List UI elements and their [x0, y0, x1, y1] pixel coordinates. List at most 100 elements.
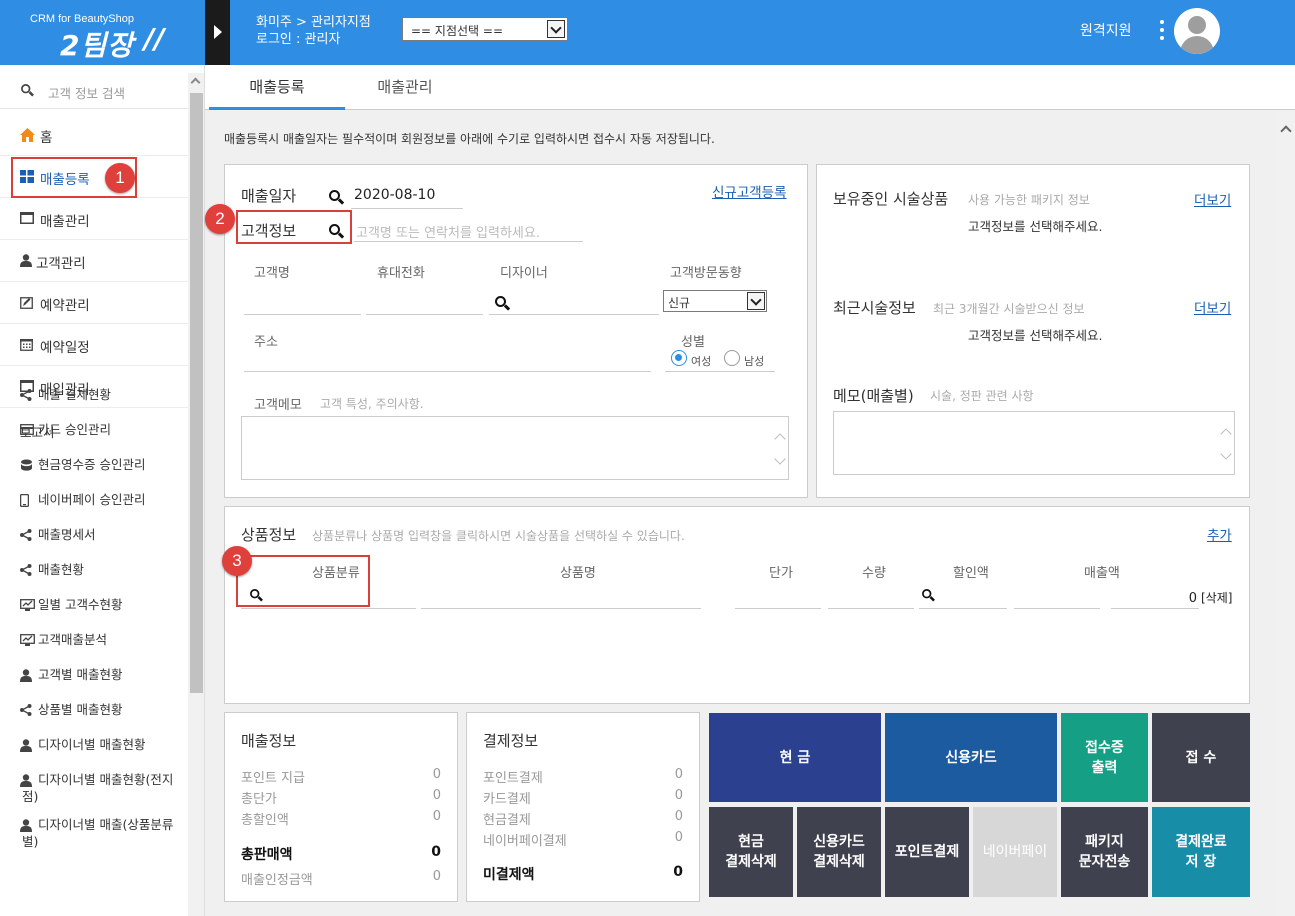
payment-row-value: 0 — [674, 767, 683, 782]
payment-row-label: 현금결제 — [483, 813, 531, 828]
customer-search[interactable]: 고객 정보 검색 — [0, 73, 188, 109]
sidebar-report-label: 디자이너별 매출현황(전지점) — [22, 772, 174, 804]
tab-sales-manage[interactable]: 매출관리 — [345, 65, 465, 110]
unit-price-input[interactable] — [735, 608, 821, 609]
search-icon[interactable] — [495, 296, 511, 311]
col-quantity: 수량 — [862, 566, 886, 581]
sidebar-report-label: 매출 결제현황 — [38, 387, 111, 402]
product-hint: 상품분류나 상품명 입력창을 클릭하시면 시술상품을 선택하실 수 있습니다. — [312, 529, 685, 543]
calendar-edit-icon — [20, 296, 34, 309]
address-input[interactable] — [244, 371, 651, 372]
point-payment-button[interactable]: 포인트결제 — [885, 807, 969, 897]
card-button[interactable]: 신용카드 — [885, 713, 1057, 802]
print-receipt-button[interactable]: 접수증 출력 — [1061, 713, 1148, 802]
app-logo[interactable]: CRM for BeautyShop 2팀장 // — [0, 0, 205, 65]
sidebar-item-customers[interactable]: 고객관리 — [0, 240, 188, 282]
main-scrollbar[interactable] — [1277, 111, 1295, 916]
sidebar-item-reservations[interactable]: 예약관리 — [0, 282, 188, 324]
sales-row-label: 총단가 — [241, 792, 277, 807]
sidebar-report-label: 고객별 매출현황 — [38, 667, 123, 682]
recent-empty-text: 고객정보를 선택해주세요. — [968, 328, 1103, 343]
package-more-link[interactable]: 더보기 — [1194, 189, 1231, 209]
payment-info-panel: 결제정보 포인트결제 0 카드결제 0 현금결제 0 네이버페이결제 0 미결제액 0 — [466, 712, 700, 902]
unpaid-label: 미결제액 — [483, 867, 535, 883]
recent-more-link[interactable]: 더보기 — [1194, 297, 1231, 317]
search-input[interactable]: 고객 정보 검색 — [48, 83, 125, 102]
category-input[interactable] — [241, 608, 416, 609]
tab-sales-register[interactable]: 매출등록 — [209, 65, 345, 110]
designer-input[interactable] — [489, 314, 659, 315]
sidebar-report-label: 일별 고객수현황 — [38, 597, 123, 612]
step-badge: 3 — [222, 546, 252, 576]
phone-label: 휴대전화 — [377, 266, 425, 281]
play-arrow-icon — [214, 25, 222, 39]
product-name-input[interactable] — [421, 608, 701, 609]
button-line: 결제삭제 — [813, 854, 865, 870]
sales-row-label: 총할인액 — [241, 813, 289, 828]
accept-button[interactable]: 접 수 — [1152, 713, 1250, 802]
payment-row-value: 0 — [674, 830, 683, 845]
sale-memo-textarea[interactable] — [833, 411, 1235, 475]
payment-save-button[interactable]: 결제완료 저 장 — [1152, 807, 1250, 897]
customer-memo-textarea[interactable] — [241, 416, 789, 480]
gender-female-radio[interactable] — [671, 350, 687, 366]
sidebar-toggle-button[interactable] — [205, 0, 230, 65]
kebab-menu-icon[interactable] — [1158, 18, 1166, 46]
button-line: 현금 — [738, 834, 764, 850]
card-delete-button[interactable]: 신용카드결제삭제 — [797, 807, 881, 897]
gender-male-radio[interactable] — [724, 350, 740, 366]
col-discount: 할인액 — [953, 566, 989, 581]
sidebar-item-home[interactable]: 홈 — [0, 114, 188, 156]
search-icon — [21, 84, 34, 97]
search-icon[interactable] — [922, 589, 935, 602]
package-sms-button[interactable]: 패키지문자전송 — [1061, 807, 1148, 897]
sales-date-input[interactable]: 2020-08-10 — [354, 187, 435, 203]
avatar[interactable] — [1174, 8, 1220, 54]
visit-trend-value: 신규 — [668, 296, 691, 310]
phone-input[interactable] — [366, 314, 483, 315]
home-icon — [20, 128, 35, 142]
header-info: 화미주 > 관리자지점 로그인 : 관리자 — [256, 14, 371, 48]
sales-row-value: 0 — [432, 809, 441, 824]
confirmed-value: 0 — [432, 869, 441, 884]
sidebar-item-schedule[interactable]: 예약일정 — [0, 324, 188, 366]
name-input[interactable] — [244, 314, 361, 315]
button-line: 패키지 — [1085, 834, 1124, 850]
customer-search-input[interactable]: 고객명 또는 연락처를 입력하세요. — [356, 222, 540, 241]
visit-trend-select[interactable]: 신규 — [663, 290, 767, 312]
top-header: CRM for BeautyShop 2팀장 // 화미주 > 관리자지점 로그… — [0, 0, 1295, 65]
branch-select[interactable]: == 지점선택 == — [402, 17, 568, 41]
sidebar-report-label: 네이버페이 승인관리 — [38, 492, 146, 507]
add-product-link[interactable]: 추가 — [1207, 524, 1232, 544]
naver-pay-button[interactable]: 네이버페이 — [973, 807, 1057, 897]
sidebar-item-label: 예약관리 — [40, 298, 90, 314]
visit-trend-label: 고객방문동향 — [670, 266, 742, 281]
delete-row-link[interactable]: [삭제] — [1201, 589, 1232, 606]
discount-input[interactable] — [919, 608, 1007, 609]
sales-row-value: 0 — [432, 788, 441, 803]
sidebar-scrollbar[interactable] — [188, 73, 204, 916]
remote-support-link[interactable]: 원격지원 — [1080, 20, 1132, 40]
sales-amount-input[interactable] — [1111, 608, 1199, 609]
sidebar-item-sales-manage[interactable]: 매출관리 — [0, 198, 188, 240]
credit-card-icon — [20, 424, 34, 436]
button-line: 문자전송 — [1078, 854, 1131, 870]
sidebar-item-label: 고객관리 — [36, 256, 86, 272]
sidebar-report-label: 디자이너별 매출(상품분류별) — [22, 817, 174, 849]
button-line: 출력 — [1091, 759, 1118, 776]
cash-button[interactable]: 현 금 — [709, 713, 881, 802]
user-icon — [20, 254, 34, 267]
new-customer-link[interactable]: 신규고객등록 — [712, 181, 787, 201]
button-line: 신용카드 — [813, 834, 865, 850]
sidebar-report-label: 고객매출분석 — [38, 632, 108, 647]
quantity-input[interactable] — [828, 608, 914, 609]
scroll-up-icon[interactable] — [190, 77, 201, 88]
sidebar-report-label: 매출현황 — [38, 562, 85, 577]
col-sales-amount: 매출액 — [1084, 566, 1120, 581]
scroll-thumb[interactable] — [190, 93, 203, 693]
scroll-up-icon[interactable] — [1280, 125, 1292, 137]
search-icon[interactable] — [329, 190, 345, 205]
sidebar-item-label: 매출관리 — [40, 214, 90, 230]
user-icon — [20, 669, 32, 682]
cash-delete-button[interactable]: 현금 결제삭제 — [709, 807, 793, 897]
